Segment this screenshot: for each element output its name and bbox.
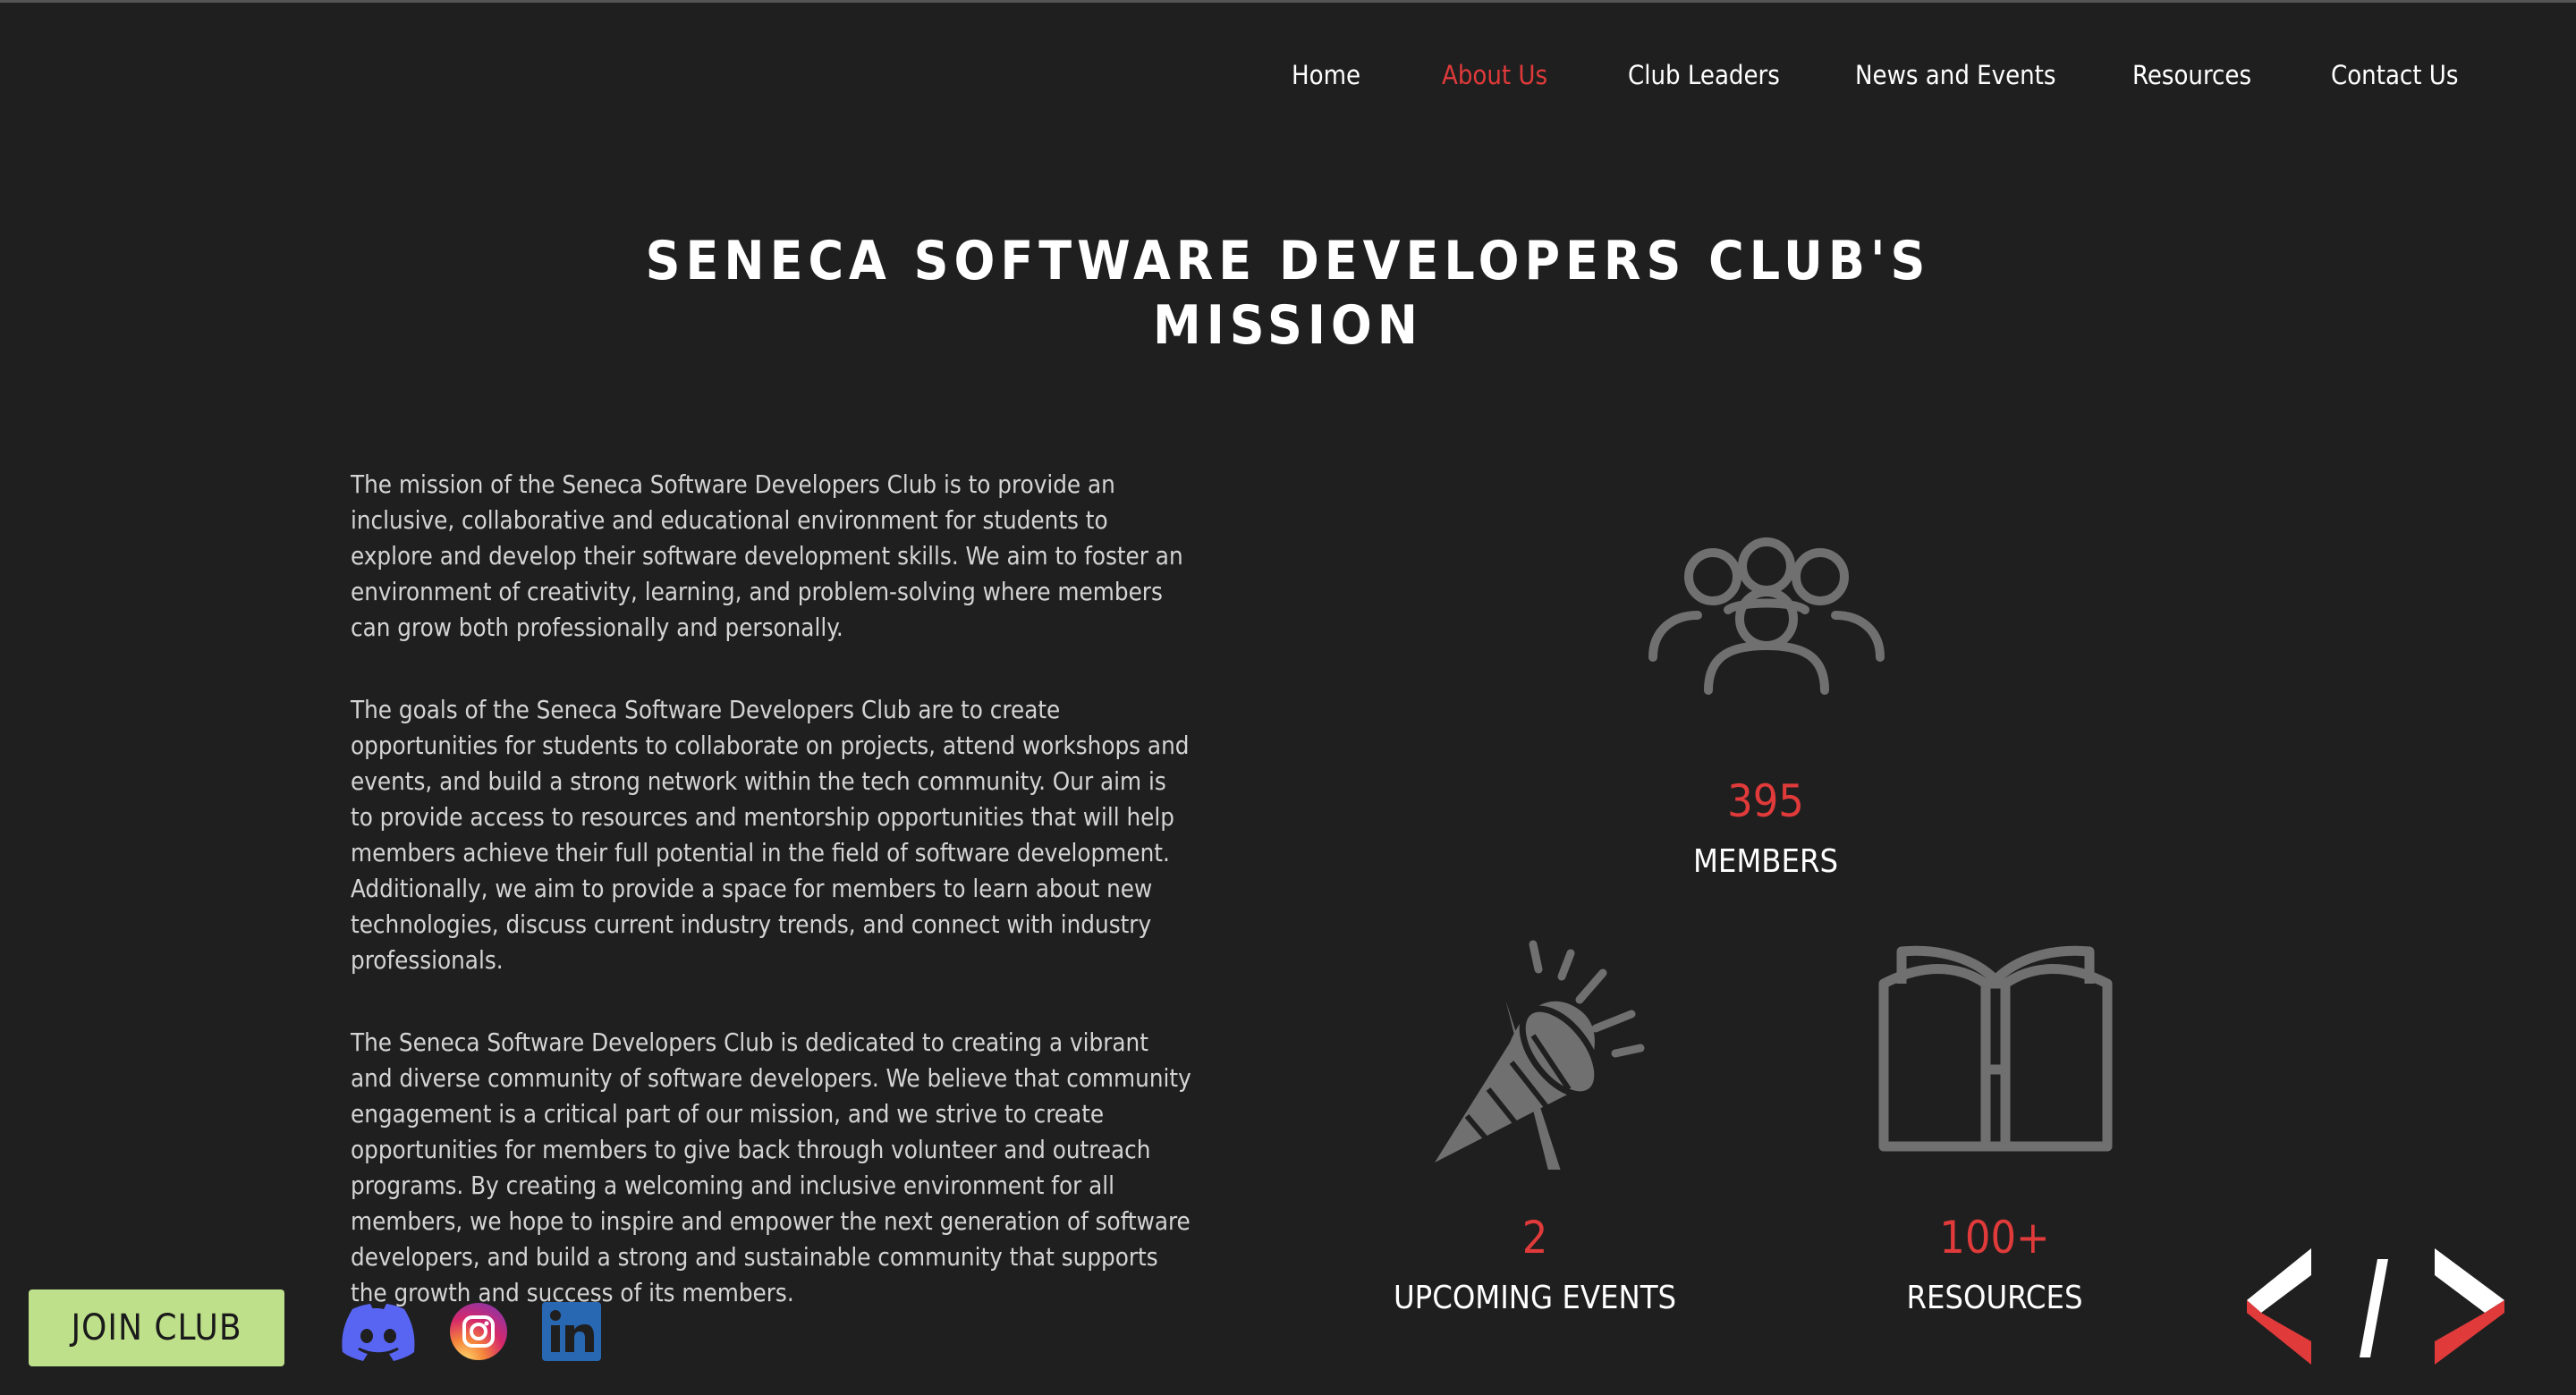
instagram-icon[interactable] xyxy=(449,1302,508,1361)
events-label: UPCOMING EVENTS xyxy=(1393,1280,1677,1316)
nav-contact-us[interactable]: Contact Us xyxy=(2331,55,2458,95)
party-popper-icon xyxy=(1435,940,1645,1170)
nav-club-leaders[interactable]: Club Leaders xyxy=(1628,55,1780,95)
events-count: 2 xyxy=(1521,1212,1548,1264)
discord-icon[interactable] xyxy=(340,1302,417,1361)
goals-paragraph: The goals of the Seneca Software Develop… xyxy=(351,696,1190,975)
community-paragraph: The Seneca Software Developers Club is d… xyxy=(351,1028,1191,1307)
mission-paragraph: The mission of the Seneca Software Devel… xyxy=(351,470,1183,642)
nav-home[interactable]: Home xyxy=(1292,55,1360,95)
main-nav: Home About Us Club Leaders News and Even… xyxy=(0,55,2576,95)
join-club-button[interactable]: JOIN CLUB xyxy=(29,1289,284,1366)
title-line-2: MISSION xyxy=(1153,294,1423,357)
group-icon xyxy=(1648,537,1885,695)
nav-resources[interactable]: Resources xyxy=(2132,55,2251,95)
open-book-icon xyxy=(1878,945,2113,1152)
top-border xyxy=(0,0,2576,3)
club-logo-icon xyxy=(2247,1248,2504,1365)
members-label: MEMBERS xyxy=(1692,843,1839,880)
title-line-1: SENECA SOFTWARE DEVELOPERS CLUB'S xyxy=(645,230,1931,292)
nav-about-us[interactable]: About Us xyxy=(1442,55,1547,95)
linkedin-icon[interactable] xyxy=(542,1302,601,1361)
resources-label: RESOURCES xyxy=(1906,1280,2083,1316)
resources-count: 100+ xyxy=(1939,1212,2050,1264)
page-title: SENECA SOFTWARE DEVELOPERS CLUB'S MISSIO… xyxy=(572,229,2004,358)
nav-news-and-events[interactable]: News and Events xyxy=(1855,55,2056,95)
members-count: 395 xyxy=(1727,775,1804,827)
